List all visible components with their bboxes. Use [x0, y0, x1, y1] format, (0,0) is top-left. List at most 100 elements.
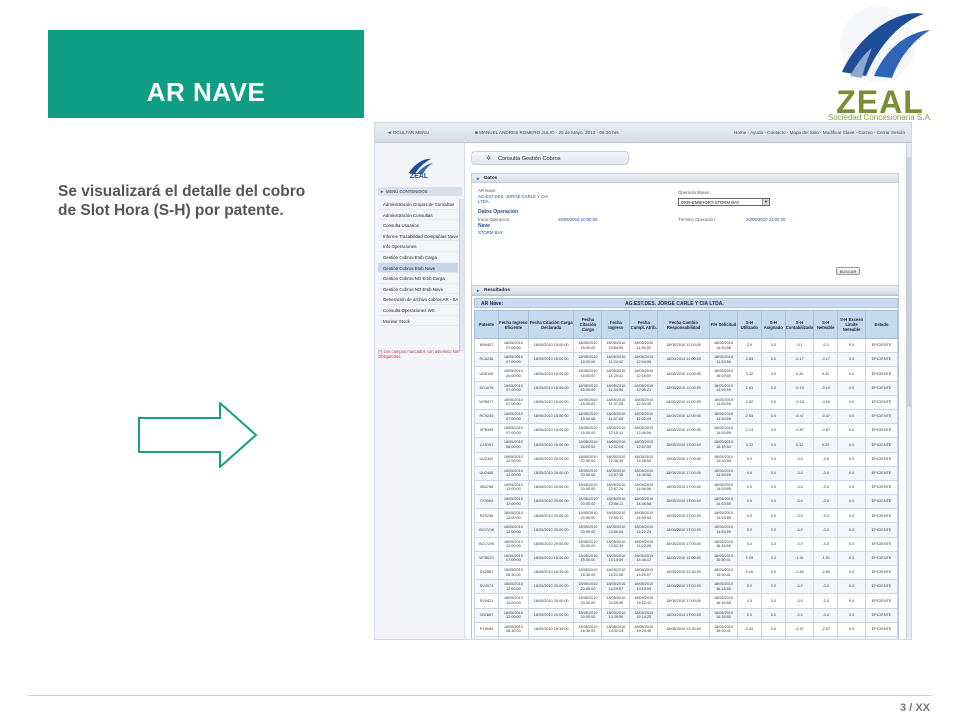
column-header[interactable]: Fecha Cumpl. Atrib. — [629, 310, 659, 339]
sidebar-menu-item[interactable]: Generación de archivo cobros AR - SAP — [378, 294, 458, 305]
nave-heading: Nave — [478, 223, 490, 229]
sidebar-menu-item[interactable]: Consulta Usuarios — [378, 220, 458, 231]
table-cell: -2.6 — [813, 635, 839, 639]
table-cell: KB6840 — [474, 635, 499, 639]
table-cell: EFICIENTE — [865, 394, 898, 410]
table-cell: 18/05/2010 15:12:42 — [629, 593, 659, 609]
table-cell: 18/05/2010 12:59:11 — [601, 508, 631, 524]
table-cell: 18/05/2010 17:00:00 — [657, 593, 710, 609]
table-cell: 18/05/2010 11:29:41 — [601, 366, 631, 382]
datos-panel-header[interactable]: ► Datos — [471, 173, 899, 183]
table-cell: 18/05/2010 11:47:06 — [601, 408, 631, 425]
termino-value: 20/05/2010 23:00:00 — [746, 217, 786, 222]
table-cell: -3.0 — [784, 465, 815, 481]
table-cell: 18/05/2010 15:14:25 — [629, 607, 659, 623]
table-cell: -3.0 — [813, 479, 839, 496]
column-header[interactable]: S-H Asignado — [760, 310, 786, 339]
table-cell: -0.18 — [784, 394, 815, 410]
column-header[interactable]: Fecha Citación Carga — [573, 310, 603, 339]
column-header[interactable]: S-H Neteable — [813, 310, 839, 339]
column-header[interactable]: Fecha Ingreso Eficiente — [497, 310, 529, 339]
sidebar-menu-item[interactable]: Gestión Cobros NO Emb Carga — [378, 273, 458, 284]
inicio-label: Inicio Operación: — [478, 217, 511, 222]
table-cell: 18/05/2010 11:24:42 — [601, 352, 631, 368]
table-cell: -1.91 — [813, 550, 839, 567]
table-cell: 3.0 — [760, 550, 786, 567]
sidebar-scrollbar[interactable] — [459, 199, 464, 351]
logo-subtitle: Sociedad Concesionaria S.A. — [827, 113, 933, 122]
table-cell: 18/05/2010 12:57:15 — [601, 465, 631, 481]
column-header[interactable]: Fecha Cambio Responsabilidad — [657, 310, 710, 339]
app-topbar: ◄ OCULTAR MENU ■ MANUEL ANDRES ROMERO JU… — [375, 123, 911, 143]
table-cell: 0.0 — [837, 522, 867, 538]
column-header[interactable]: Patente — [474, 310, 499, 339]
sidebar-menu-item[interactable]: Gestión Cobros Emb Carga — [378, 252, 458, 263]
table-cell: 18/05/2010 11:37:05 — [601, 394, 631, 410]
table-cell: 18/05/2010 14:53:59 — [709, 423, 738, 439]
table-cell: 18/05/2010 20:00:00 — [527, 508, 575, 524]
table-cell: 18/05/2010 12:00:00 — [497, 522, 529, 538]
top-nav-links[interactable]: Home - Ayuda - Contacto - Mapa del Sitio… — [734, 130, 905, 135]
sidebar-menu-item[interactable]: Informe Trazabilidad Compañías Navieras — [378, 231, 458, 242]
scrollbar-thumb[interactable] — [907, 157, 911, 407]
table-cell: 3.0 — [760, 536, 786, 552]
table-cell: SV4421 — [474, 593, 499, 609]
sidebar-menu-item[interactable]: Monitor Stock — [378, 316, 458, 327]
table-cell: FY8085 — [474, 621, 499, 637]
table-cell: 2.83 — [736, 352, 762, 368]
chevron-down-icon: ▼ — [762, 199, 769, 205]
column-header[interactable]: F/H Solicitud — [709, 310, 738, 339]
table-cell: 0.4 — [736, 635, 762, 639]
column-header[interactable]: S-H Utilizado — [736, 310, 762, 339]
table-cell: 18/05/2010 14:12:13 — [601, 635, 631, 639]
sidebar-menu-item[interactable]: Consulta Operaciones WS — [378, 305, 458, 316]
table-cell: VB4766 — [474, 479, 499, 496]
operacion-select[interactable]: 0939-EMBHORT-STORM BAY ▼ — [678, 198, 770, 206]
table-cell: 18/05/2010 14:53:59 — [709, 408, 738, 425]
ar-nave-bar-value: AG.EST.DES. JORGE CARLE Y CIA LTDA. — [625, 301, 724, 307]
table-row: RC9240 18/05/2010 07:00:00 18/05/2010 15:0… — [474, 408, 898, 425]
column-header[interactable]: S-H Exceso Límite Neteable — [837, 310, 867, 339]
table-cell: 18/05/2010 15:13:09 — [629, 579, 659, 595]
table-cell: -0.19 — [784, 380, 815, 396]
table-cell: -2.6 — [784, 635, 815, 639]
search-button[interactable]: BUSCAR — [836, 267, 860, 275]
sidebar-menu-item[interactable]: Gestión Cobros Emb Nave — [378, 262, 458, 274]
table-cell: EFICIENTE — [865, 408, 898, 425]
table-cell: 2.13 — [736, 423, 762, 439]
column-header[interactable]: Fecha Citación Carga Declarada — [527, 310, 575, 339]
table-cell: 18/05/2010 20:00:00 — [573, 451, 603, 467]
hide-menu-link[interactable]: ◄ OCULTAR MENU — [387, 130, 429, 135]
table-cell: 18/05/2010 20:00:00 — [527, 451, 575, 467]
table-cell: 18/05/2010 11:34:54 — [601, 380, 631, 396]
table-cell: 18/05/2010 12:00:00 — [657, 352, 710, 368]
sidebar-menu-item[interactable]: Administración Consultas — [378, 210, 458, 221]
table-cell: 18/05/2010 20:00:00 — [573, 536, 603, 552]
page-number: 3 / XX — [900, 702, 930, 714]
page-scrollbar[interactable] — [906, 143, 911, 639]
sidebar-menu-item[interactable]: Administración Grupos de Consultas — [378, 199, 458, 210]
column-header[interactable]: Fecha Ingreso — [601, 310, 631, 339]
table-cell: 18/05/2010 14:46:58 — [629, 494, 659, 510]
column-header[interactable]: Estado — [865, 310, 898, 339]
sidebar-menu-item[interactable]: Gestión Cobros NO Emb Nave — [378, 284, 458, 295]
table-cell: 18/05/2010 12:32:04 — [601, 437, 631, 453]
sidebar-menu-item[interactable]: Info Operaciones — [378, 241, 458, 252]
zeal-logo-swoosh-icon — [840, 6, 930, 82]
table-cell: EFICIENTE — [865, 366, 898, 382]
column-header[interactable]: S-H Contabilizado — [784, 310, 815, 339]
resultados-panel-header[interactable]: ► Resultados — [471, 285, 899, 295]
table-cell: 3.0 — [760, 451, 786, 467]
table-cell: 18/05/2010 15:00:00 — [573, 408, 603, 425]
table-cell: -0.1 — [784, 337, 815, 354]
table-cell: 2.82 — [736, 394, 762, 410]
table-cell: 18/05/2010 15:00:00 — [573, 380, 603, 396]
table-cell: EFICIENTE — [865, 550, 898, 567]
table-cell: 18/05/2010 16:19:54 — [709, 437, 738, 453]
table-cell: 18/05/2010 20:00:00 — [527, 607, 575, 623]
user-info: ■ MANUEL ANDRES ROMERO JULIO - 25 de May… — [475, 130, 620, 135]
table-cell: 0.0 — [837, 408, 867, 425]
table-cell: 18/05/2010 14:32:25 — [601, 621, 631, 637]
table-cell: -3.0 — [784, 593, 815, 609]
table-cell: 18/05/2010 13:00:00 — [657, 366, 710, 382]
